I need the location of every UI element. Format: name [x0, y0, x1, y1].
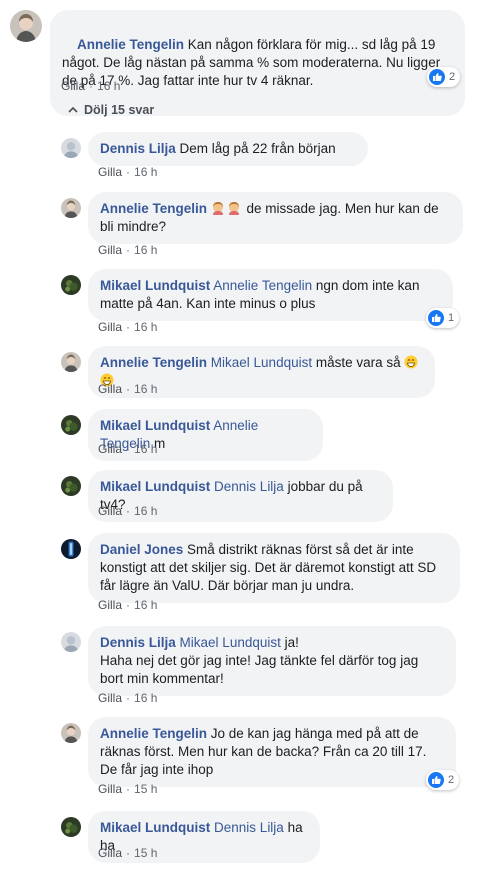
- avatar[interactable]: [61, 817, 81, 837]
- hide-replies-label: Dölj 15 svar: [84, 103, 155, 117]
- comment-author[interactable]: Mikael Lundquist: [100, 278, 210, 293]
- timestamp[interactable]: 16 h: [134, 442, 157, 456]
- avatar[interactable]: [61, 352, 81, 372]
- avatar[interactable]: [61, 539, 81, 559]
- comment-author[interactable]: Mikael Lundquist: [100, 418, 210, 433]
- mention-link[interactable]: Dennis Lilja: [214, 479, 284, 494]
- like-button[interactable]: Gilla: [61, 79, 85, 93]
- separator-dot: ·: [126, 846, 131, 860]
- chevron-up-icon: [68, 106, 78, 113]
- comment-author[interactable]: Annelie Tengelin: [100, 201, 207, 216]
- like-button[interactable]: Gilla: [98, 782, 122, 796]
- timestamp[interactable]: 15 h: [134, 782, 157, 796]
- comment-meta: Gilla · 16 h: [98, 242, 157, 258]
- main-comment: Annelie Tengelin Kan någon förklara för …: [0, 0, 493, 116]
- separator-dot: ·: [126, 382, 131, 396]
- avatar[interactable]: [61, 198, 81, 218]
- separator-dot: ·: [126, 504, 131, 518]
- avatar[interactable]: [61, 138, 81, 158]
- comment-meta: Gilla · 16 h: [98, 319, 157, 335]
- avatar[interactable]: [61, 632, 81, 652]
- mention-link[interactable]: Mikael Lundquist: [180, 635, 281, 650]
- comment-meta: Gilla · 16 h: [98, 503, 157, 519]
- like-button[interactable]: Gilla: [98, 598, 122, 612]
- like-button[interactable]: Gilla: [98, 320, 122, 334]
- comment-text: Dem låg på 22 från början: [175, 141, 336, 156]
- comment-meta: Gilla · 15 h: [98, 781, 157, 797]
- like-button[interactable]: Gilla: [98, 243, 122, 257]
- reaction-count: 2: [448, 774, 455, 786]
- reaction-count-badge[interactable]: 1: [426, 308, 460, 328]
- reaction-count: 1: [448, 312, 455, 324]
- like-button[interactable]: Gilla: [98, 382, 122, 396]
- timestamp[interactable]: 16 h: [134, 165, 157, 179]
- comment-bubble: Dennis Lilja Dem låg på 22 från början: [88, 132, 368, 166]
- comment-bubble: Daniel Jones Små distrikt räknas först s…: [88, 533, 460, 603]
- timestamp[interactable]: 16 h: [134, 504, 157, 518]
- timestamp[interactable]: 16 h: [134, 691, 157, 705]
- hide-replies-link[interactable]: Dölj 15 svar: [68, 103, 154, 117]
- like-reaction-icon: [428, 310, 444, 326]
- comment-meta: Gilla · 16 h: [61, 78, 120, 94]
- separator-dot: ·: [126, 598, 131, 612]
- reaction-count-badge[interactable]: 2: [427, 67, 461, 87]
- separator-dot: ·: [126, 165, 131, 179]
- like-button[interactable]: Gilla: [98, 691, 122, 705]
- comment-author[interactable]: Daniel Jones: [100, 542, 183, 557]
- reaction-count: 2: [449, 71, 456, 83]
- comment-bubble: Annelie Tengelin Kan någon förklara för …: [50, 10, 465, 116]
- like-button[interactable]: Gilla: [98, 442, 122, 456]
- comment-author[interactable]: Annelie Tengelin: [100, 726, 207, 741]
- like-reaction-icon: [429, 69, 445, 85]
- comment-bubble: Dennis Lilja Mikael Lundquist ja! Haha n…: [88, 626, 456, 696]
- like-reaction-icon: [428, 772, 444, 788]
- separator-dot: ·: [126, 320, 131, 334]
- timestamp[interactable]: 15 h: [134, 846, 157, 860]
- timestamp[interactable]: 16 h: [134, 598, 157, 612]
- separator-dot: ·: [126, 782, 131, 796]
- separator-dot: ·: [89, 79, 94, 93]
- like-button[interactable]: Gilla: [98, 165, 122, 179]
- mention-link[interactable]: Annelie Tengelin: [213, 278, 312, 293]
- comment-author[interactable]: Dennis Lilja: [100, 635, 176, 650]
- comment-author[interactable]: Mikael Lundquist: [100, 820, 210, 835]
- mention-link[interactable]: Mikael Lundquist: [211, 355, 312, 370]
- avatar[interactable]: [61, 275, 81, 295]
- timestamp[interactable]: 16 h: [134, 243, 157, 257]
- woman-shrugging-emoji: [227, 201, 241, 215]
- comment-bubble: Annelie Tengelin de missade jag. Men hur…: [88, 192, 463, 244]
- timestamp[interactable]: 16 h: [97, 79, 120, 93]
- reaction-count-badge[interactable]: 2: [426, 770, 460, 790]
- avatar[interactable]: [61, 415, 81, 435]
- mention-link[interactable]: Dennis Lilja: [214, 820, 284, 835]
- timestamp[interactable]: 16 h: [134, 320, 157, 334]
- timestamp[interactable]: 16 h: [134, 382, 157, 396]
- comment-bubble: Mikael Lundquist Annelie Tengelin ngn do…: [88, 269, 453, 321]
- avatar[interactable]: [61, 723, 81, 743]
- avatar[interactable]: [10, 10, 42, 42]
- comment-meta: Gilla · 16 h: [98, 381, 157, 397]
- separator-dot: ·: [126, 691, 131, 705]
- comment-meta: Gilla · 16 h: [98, 597, 157, 613]
- comment-meta: Gilla · 16 h: [98, 164, 157, 180]
- separator-dot: ·: [126, 442, 131, 456]
- comment-author[interactable]: Annelie Tengelin: [77, 37, 184, 52]
- comment-author[interactable]: Dennis Lilja: [100, 141, 176, 156]
- like-button[interactable]: Gilla: [98, 846, 122, 860]
- comment-meta: Gilla · 16 h: [98, 441, 157, 457]
- comment-meta: Gilla · 16 h: [98, 690, 157, 706]
- comment-author[interactable]: Mikael Lundquist: [100, 479, 210, 494]
- woman-shrugging-emoji: [211, 201, 225, 215]
- avatar[interactable]: [61, 476, 81, 496]
- comment-bubble: Annelie Tengelin Jo de kan jag hänga med…: [88, 717, 456, 787]
- comment-meta: Gilla · 15 h: [98, 845, 157, 861]
- like-button[interactable]: Gilla: [98, 504, 122, 518]
- separator-dot: ·: [126, 243, 131, 257]
- grinning-face-emoji: [404, 355, 418, 369]
- comment-author[interactable]: Annelie Tengelin: [100, 355, 207, 370]
- comment-text: måste vara så: [312, 355, 401, 370]
